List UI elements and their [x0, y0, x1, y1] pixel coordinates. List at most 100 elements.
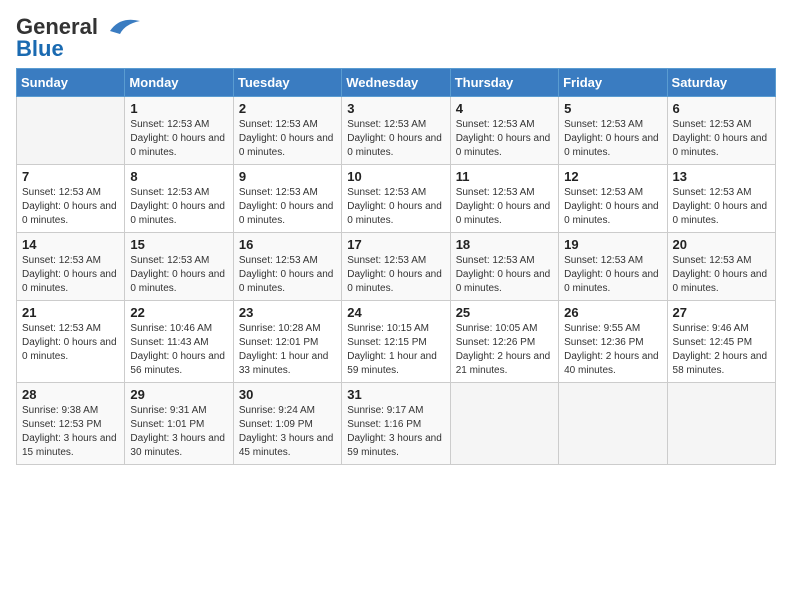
day-number: 27 — [673, 305, 770, 320]
page-header: General Blue — [16, 16, 776, 60]
calendar-cell — [450, 383, 558, 465]
weekday-header: Friday — [559, 69, 667, 97]
day-number: 9 — [239, 169, 336, 184]
day-number: 5 — [564, 101, 661, 116]
calendar-header-row: SundayMondayTuesdayWednesdayThursdayFrid… — [17, 69, 776, 97]
weekday-header: Monday — [125, 69, 233, 97]
day-info: Sunset: 12:53 AM Daylight: 0 hours and 0… — [456, 118, 553, 160]
calendar-table: SundayMondayTuesdayWednesdayThursdayFrid… — [16, 68, 776, 465]
calendar-cell: 24Sunrise: 10:15 AM Sunset: 12:15 PM Day… — [342, 301, 450, 383]
calendar-cell — [17, 97, 125, 165]
calendar-week-row: 7 Sunset: 12:53 AM Daylight: 0 hours and … — [17, 165, 776, 233]
day-number: 16 — [239, 237, 336, 252]
weekday-header: Thursday — [450, 69, 558, 97]
day-info: Sunset: 12:53 AM Daylight: 0 hours and 0… — [564, 254, 661, 296]
calendar-cell: 3 Sunset: 12:53 AM Daylight: 0 hours and … — [342, 97, 450, 165]
day-info: Sunset: 12:53 AM Daylight: 0 hours and 0… — [673, 254, 770, 296]
day-number: 1 — [130, 101, 227, 116]
day-number: 29 — [130, 387, 227, 402]
day-info: Sunset: 12:53 AM Daylight: 0 hours and 0… — [564, 118, 661, 160]
calendar-cell: 20 Sunset: 12:53 AM Daylight: 0 hours and… — [667, 233, 775, 301]
day-number: 25 — [456, 305, 553, 320]
calendar-week-row: 14 Sunset: 12:53 AM Daylight: 0 hours and… — [17, 233, 776, 301]
calendar-cell: 21Sunset: 12:53 AM Daylight: 0 hours and… — [17, 301, 125, 383]
calendar-cell: 8 Sunset: 12:53 AM Daylight: 0 hours and … — [125, 165, 233, 233]
calendar-cell: 28 Sunrise: 9:38 AM Sunset: 12:53 PM Dayl… — [17, 383, 125, 465]
day-info: Sunset: 12:53 AM Daylight: 0 hours and 0… — [347, 254, 444, 296]
weekday-header: Tuesday — [233, 69, 341, 97]
day-info: Sunrise: 10:15 AM Sunset: 12:15 PM Dayli… — [347, 322, 444, 378]
day-number: 20 — [673, 237, 770, 252]
calendar-cell: 11 Sunset: 12:53 AM Daylight: 0 hours and… — [450, 165, 558, 233]
calendar-cell: 9 Sunset: 12:53 AM Daylight: 0 hours and … — [233, 165, 341, 233]
day-info: Sunrise: 9:17 AM Sunset: 1:16 PM Dayligh… — [347, 404, 444, 460]
day-info: Sunrise: 9:46 AM Sunset: 12:45 PM Daylig… — [673, 322, 770, 378]
day-info: Sunrise: 10:05 AM Sunset: 12:26 PM Dayli… — [456, 322, 553, 378]
day-info: Sunrise: 10:46 AM Sunset: 11:43 AM Dayli… — [130, 322, 227, 378]
day-number: 26 — [564, 305, 661, 320]
day-info: Sunset: 12:53 AM Daylight: 0 hours and 0… — [347, 186, 444, 228]
day-info: Sunset: 12:53 AM Daylight: 0 hours and 0… — [239, 186, 336, 228]
day-number: 14 — [22, 237, 119, 252]
day-info: Sunset: 12:53 AM Daylight: 0 hours and 0… — [130, 186, 227, 228]
day-number: 4 — [456, 101, 553, 116]
calendar-cell: 31 Sunrise: 9:17 AM Sunset: 1:16 PM Dayli… — [342, 383, 450, 465]
day-info: Sunset: 12:53 AM Daylight: 0 hours and 0… — [22, 254, 119, 296]
day-number: 2 — [239, 101, 336, 116]
day-info: Sunset: 12:53 AM Daylight: 0 hours and 0… — [22, 186, 119, 228]
weekday-header: Sunday — [17, 69, 125, 97]
day-info: Sunset: 12:53 AM Daylight: 0 hours and 0… — [239, 254, 336, 296]
day-number: 12 — [564, 169, 661, 184]
day-number: 11 — [456, 169, 553, 184]
calendar-cell: 23Sunrise: 10:28 AM Sunset: 12:01 PM Day… — [233, 301, 341, 383]
day-number: 13 — [673, 169, 770, 184]
day-number: 8 — [130, 169, 227, 184]
calendar-cell: 27 Sunrise: 9:46 AM Sunset: 12:45 PM Dayl… — [667, 301, 775, 383]
day-number: 19 — [564, 237, 661, 252]
day-info: Sunrise: 9:55 AM Sunset: 12:36 PM Daylig… — [564, 322, 661, 378]
calendar-cell: 1Sunset: 12:53 AM Daylight: 0 hours and … — [125, 97, 233, 165]
calendar-cell: 26 Sunrise: 9:55 AM Sunset: 12:36 PM Dayl… — [559, 301, 667, 383]
calendar-cell: 2 Sunset: 12:53 AM Daylight: 0 hours and … — [233, 97, 341, 165]
calendar-week-row: 21Sunset: 12:53 AM Daylight: 0 hours and… — [17, 301, 776, 383]
day-number: 3 — [347, 101, 444, 116]
day-number: 15 — [130, 237, 227, 252]
calendar-cell: 13Sunset: 12:53 AM Daylight: 0 hours and… — [667, 165, 775, 233]
day-info: Sunset: 12:53 AM Daylight: 0 hours and 0… — [456, 254, 553, 296]
day-number: 21 — [22, 305, 119, 320]
day-info: Sunset: 12:53 AM Daylight: 0 hours and 0… — [239, 118, 336, 160]
calendar-cell: 16 Sunset: 12:53 AM Daylight: 0 hours and… — [233, 233, 341, 301]
day-number: 7 — [22, 169, 119, 184]
calendar-cell — [559, 383, 667, 465]
logo-text: General Blue — [16, 16, 98, 60]
day-info: Sunset: 12:53 AM Daylight: 0 hours and 0… — [347, 118, 444, 160]
day-info: Sunrise: 9:38 AM Sunset: 12:53 PM Daylig… — [22, 404, 119, 460]
weekday-header: Saturday — [667, 69, 775, 97]
day-info: Sunset: 12:53 AM Daylight: 0 hours and 0… — [130, 254, 227, 296]
calendar-cell: 15 Sunset: 12:53 AM Daylight: 0 hours and… — [125, 233, 233, 301]
calendar-cell: 6Sunset: 12:53 AM Daylight: 0 hours and … — [667, 97, 775, 165]
day-number: 30 — [239, 387, 336, 402]
day-info: Sunrise: 10:28 AM Sunset: 12:01 PM Dayli… — [239, 322, 336, 378]
calendar-cell: 30 Sunrise: 9:24 AM Sunset: 1:09 PM Dayli… — [233, 383, 341, 465]
calendar-cell: 12 Sunset: 12:53 AM Daylight: 0 hours and… — [559, 165, 667, 233]
calendar-cell: 29 Sunrise: 9:31 AM Sunset: 1:01 PM Dayli… — [125, 383, 233, 465]
day-number: 10 — [347, 169, 444, 184]
calendar-week-row: 1 Sunset: 12:53 AM Daylight: 0 hours and … — [17, 97, 776, 165]
calendar-cell: 22 Sunrise: 10:46 AM Sunset: 11:43 AM Day… — [125, 301, 233, 383]
calendar-cell: 4 Sunset: 12:53 AM Daylight: 0 hours and … — [450, 97, 558, 165]
day-info: Sunset: 12:53 AM Daylight: 0 hours and 0… — [564, 186, 661, 228]
day-info: Sunrise: 9:31 AM Sunset: 1:01 PM Dayligh… — [130, 404, 227, 460]
calendar-cell: 18 Sunset: 12:53 AM Daylight: 0 hours and… — [450, 233, 558, 301]
calendar-cell: 19 Sunset: 12:53 AM Daylight: 0 hours and… — [559, 233, 667, 301]
day-info: Sunset: 12:53 AM Daylight: 0 hours and 0… — [456, 186, 553, 228]
day-number: 22 — [130, 305, 227, 320]
day-info: Sunset: 12:53 AM Daylight: 0 hours and 0… — [673, 118, 770, 160]
day-info: Sunrise: 9:24 AM Sunset: 1:09 PM Dayligh… — [239, 404, 336, 460]
weekday-header: Wednesday — [342, 69, 450, 97]
day-number: 28 — [22, 387, 119, 402]
day-number: 31 — [347, 387, 444, 402]
calendar-cell: 14 Sunset: 12:53 AM Daylight: 0 hours and… — [17, 233, 125, 301]
day-number: 18 — [456, 237, 553, 252]
calendar-cell: 5 Sunset: 12:53 AM Daylight: 0 hours and … — [559, 97, 667, 165]
